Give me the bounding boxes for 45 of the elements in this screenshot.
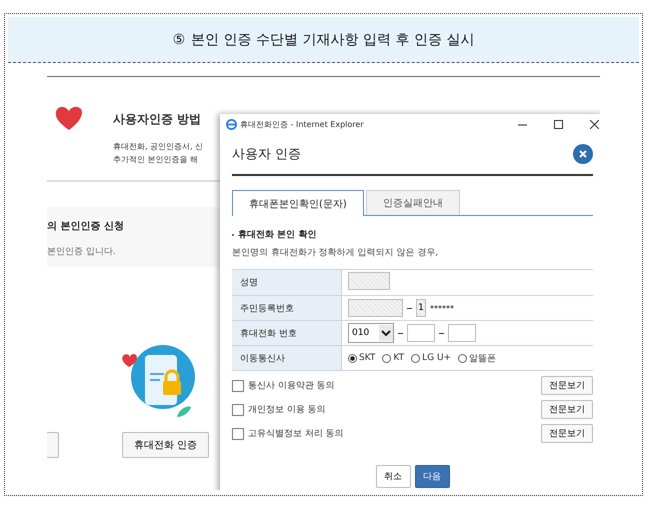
carrier-radio[interactable]: LG U+ (411, 353, 452, 363)
caret-icon (379, 325, 394, 341)
page-heading: 사용자인증 방법 (113, 111, 202, 128)
dash-icon (439, 332, 444, 334)
section-title: 휴대전화 본인 확인 (238, 229, 316, 241)
input-field[interactable] (407, 324, 436, 342)
window-title: 휴대전화인증 - Internet Explorer (240, 118, 365, 130)
tab[interactable]: 인증실패안내 (366, 190, 460, 215)
description-text: 추가적인 본인인증을 해 (113, 154, 198, 166)
description-text: 휴대전화, 공인인증서, 신 (113, 141, 204, 153)
view-full-button[interactable]: 전문보기 (541, 424, 593, 443)
carrier-radio[interactable]: SKT (348, 353, 376, 363)
field-label: 이동통신사 (232, 346, 342, 370)
browser-icon (226, 118, 237, 130)
agreement-checkbox[interactable]: 통신사 이용약관 동의 (232, 379, 335, 392)
prefix-dropdown[interactable]: 010 (348, 323, 394, 343)
masked-digits: ****** (430, 304, 454, 312)
name-field[interactable] (348, 272, 390, 290)
view-full-button[interactable]: 전문보기 (541, 400, 593, 419)
tab[interactable]: 휴대폰본인확인(문자) (232, 190, 364, 216)
banner-title: 본인 인증 수단별 기재사항 입력 후 인증 실시 (191, 30, 474, 48)
heart-icon (55, 105, 83, 131)
input-field[interactable] (348, 299, 403, 317)
view-full-button[interactable]: 전문보기 (541, 376, 593, 395)
field-label: 성명 (232, 270, 342, 296)
close-icon[interactable] (590, 120, 599, 128)
agreement-checkbox[interactable]: 고유식별정보 처리 동의 (232, 427, 344, 440)
input-field[interactable]: 1 (416, 299, 426, 317)
section-title: 의 본인인증 신청 (47, 220, 124, 233)
dialog-title: 사용자 인증 (232, 146, 302, 163)
phone-auth-button[interactable]: 휴대전화 인증 (122, 432, 209, 458)
carrier-radio[interactable]: KT (382, 353, 404, 363)
maximize-icon[interactable] (554, 120, 563, 128)
next-button[interactable]: 다음 (414, 465, 450, 488)
agreement-checkbox[interactable]: 개인정보 이용 동의 (232, 403, 326, 416)
field-label: 휴대전화 번호 (232, 320, 342, 346)
dash-icon (398, 332, 404, 334)
input-field[interactable] (448, 324, 476, 342)
section-note: 본인명의 휴대전화가 정확하게 입력되지 않은 경우, (232, 247, 440, 259)
carrier-radio[interactable]: 알뜰폰 (458, 352, 496, 364)
cancel-button[interactable]: 취소 (376, 465, 410, 488)
close-icon[interactable] (573, 144, 593, 164)
section-text: 본인인증 입니다. (47, 246, 116, 258)
field-label: 주민등록번호 (232, 296, 342, 320)
step-number: ⑤ (172, 32, 186, 48)
